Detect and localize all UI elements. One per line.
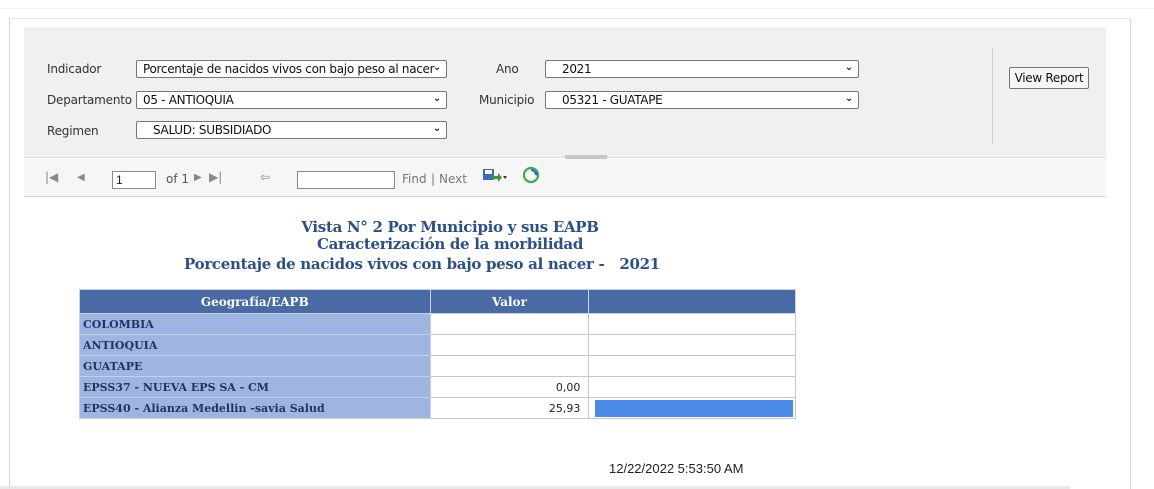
bar-cell [588,376,796,398]
page-number-input[interactable] [112,171,156,189]
column-header-bar [588,289,796,314]
valor-cell [429,355,590,377]
report-title-line3: Porcentaje de nacidos vivos con bajo pes… [0,255,872,273]
indicador-select[interactable]: Porcentaje de nacidos vivos con bajo pes… [136,60,447,78]
indicador-value: Porcentaje de nacidos vivos con bajo pes… [143,62,435,76]
municipio-label: Municipio [479,93,535,107]
report-timestamp: 12/22/2022 5:53:50 AM [609,461,744,476]
table-row: GUATAPE [79,355,796,377]
table-header-row: Geografía/EAPB Valor [79,289,796,314]
previous-page-icon[interactable]: ◀ [77,172,85,183]
table-row: EPSS40 - Alianza Medellin -savia Salud 25… [79,397,796,419]
chevron-down-icon: ⌄ [432,62,441,73]
first-page-icon[interactable]: |◀ [45,170,58,184]
chevron-down-icon: ⌄ [432,93,441,104]
chevron-down-icon: ⌄ [844,62,853,73]
ano-select[interactable]: 2021 ⌄ [545,60,859,78]
valor-cell: 0,00 [429,376,590,398]
geografia-cell: ANTIOQUIA [79,334,431,356]
bar-cell [588,397,796,419]
municipio-value: 05321 - GUATAPE [562,93,663,107]
regimen-label: Regimen [47,124,99,138]
regimen-value: SALUD: SUBSIDIADO [153,123,272,137]
find-link[interactable]: Find [402,172,427,186]
table-row: EPSS37 - NUEVA EPS SA - CM 0,00 [79,376,796,398]
report-title-line2: Caracterización de la morbilidad [316,235,584,253]
municipio-select[interactable]: 05321 - GUATAPE ⌄ [545,91,859,109]
back-to-parent-icon[interactable]: ⇦ [260,170,270,184]
table-row: COLOMBIA [79,313,796,335]
report-year: 2021 [619,255,660,273]
report-table: Geografía/EAPB Valor COLOMBIA ANTIOQUIA GU… [79,289,796,419]
value-bar [595,399,793,417]
report-title-line1: Vista N° 2 Por Municipio y sus EAPB [301,218,599,236]
report-toolbar: |◀ ◀ of 1 ▶ ▶| ⇦ Find | Next [24,159,1106,197]
view-report-button[interactable]: View Report [1009,67,1089,89]
parameters-separator [992,48,993,144]
bar-cell [588,334,796,356]
table-row: ANTIOQUIA [79,334,796,356]
valor-cell: 25,93 [429,397,590,419]
column-header-valor: Valor [429,289,590,314]
report-indicator-title: Porcentaje de nacidos vivos con bajo pes… [184,255,605,273]
departamento-select[interactable]: 05 - ANTIOQUIA ⌄ [136,91,447,109]
ano-label: Ano [496,62,519,76]
column-header-geografia: Geografía/EAPB [79,289,431,314]
bar-cell [588,313,796,335]
valor-cell [429,313,590,335]
geografia-cell: EPSS37 - NUEVA EPS SA - CM [79,376,431,398]
next-page-icon[interactable]: ▶ [194,172,202,183]
next-link[interactable]: Next [439,172,467,186]
top-divider [0,8,1154,9]
find-input[interactable] [297,171,395,189]
parameters-panel: Indicador Porcentaje de nacidos vivos co… [24,27,1106,161]
last-page-icon[interactable]: ▶| [209,170,222,184]
departamento-value: 05 - ANTIOQUIA [143,93,234,107]
geografia-cell: COLOMBIA [79,313,431,335]
refresh-icon[interactable] [522,166,540,187]
export-icon[interactable] [482,167,508,188]
find-separator: | [431,172,436,186]
valor-cell [429,334,590,356]
page-count: of 1 [166,172,190,186]
chevron-down-icon: ⌄ [844,93,853,104]
geografia-cell: EPSS40 - Alianza Medellin -savia Salud [79,397,431,419]
regimen-select[interactable]: SALUD: SUBSIDIADO ⌄ [136,121,447,139]
chevron-down-icon: ⌄ [432,123,441,134]
geografia-cell: GUATAPE [79,355,431,377]
ano-value: 2021 [562,62,592,76]
bar-cell [588,355,796,377]
indicador-label: Indicador [47,62,102,76]
departamento-label: Departamento [47,93,132,107]
